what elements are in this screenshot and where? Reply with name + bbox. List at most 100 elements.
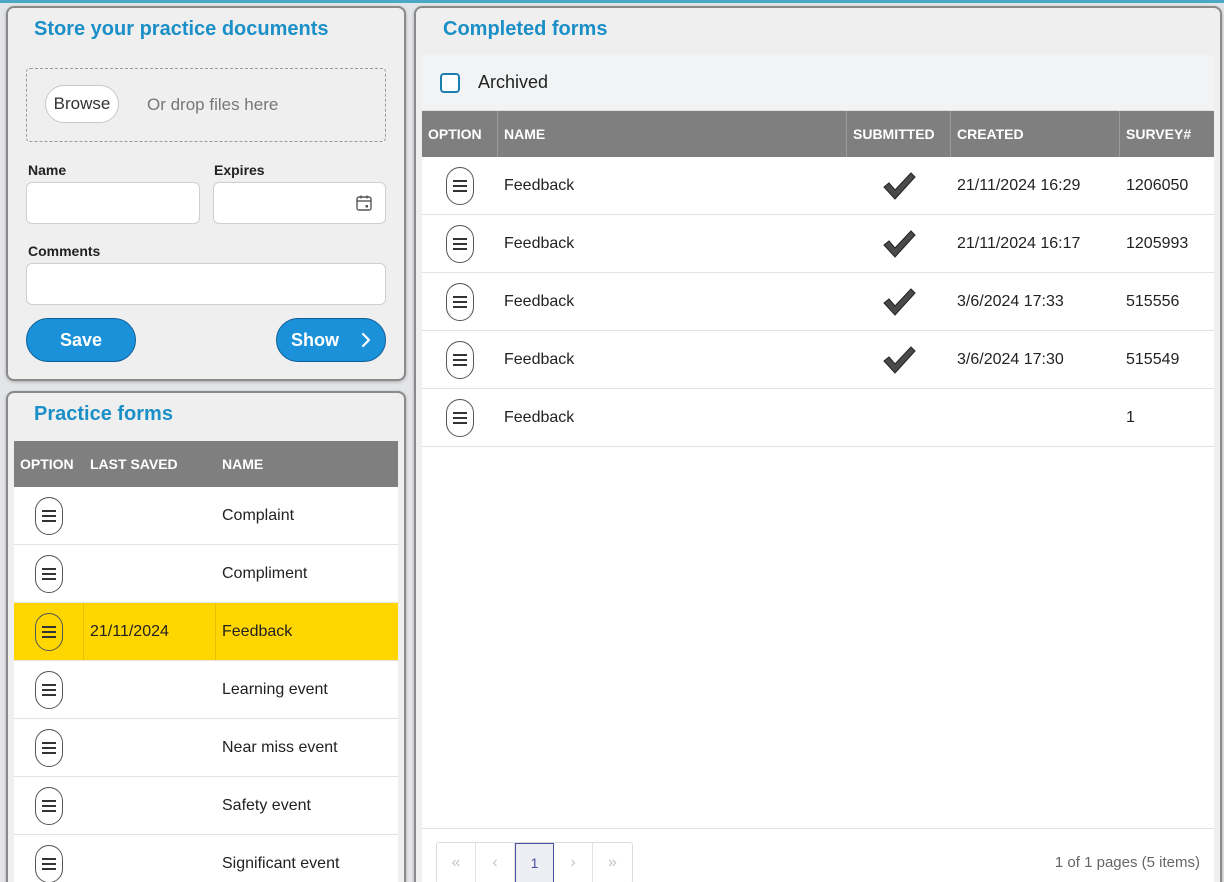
pagination-bar: « ‹ 1 › » 1 of 1 pages (5 items)	[422, 828, 1214, 882]
completed-form-row[interactable]: Feedback 3/6/2024 17:30 515549	[422, 331, 1214, 389]
column-header-option[interactable]: OPTION	[14, 441, 84, 487]
completed-panel-title: Completed forms	[443, 18, 608, 40]
form-name-cell: Safety event	[222, 796, 311, 814]
drop-files-text: Or drop files here	[147, 95, 279, 114]
archived-label[interactable]: Archived	[478, 72, 548, 93]
completed-form-row[interactable]: Feedback 21/11/2024 16:29 1206050	[422, 157, 1214, 215]
store-panel-title: Store your practice documents	[34, 18, 329, 40]
prev-page-button[interactable]: ‹	[476, 843, 515, 882]
survey-number-cell: 515549	[1126, 350, 1180, 368]
comments-label: Comments	[28, 243, 101, 259]
created-cell: 21/11/2024 16:17	[957, 234, 1081, 252]
last-saved-cell	[84, 719, 216, 776]
option-cell	[14, 777, 84, 834]
practice-form-row[interactable]: Compliment	[14, 545, 398, 603]
row-options-menu-icon[interactable]	[34, 612, 63, 651]
store-documents-panel: Store your practice documents Browse Or …	[6, 6, 406, 381]
form-name-cell: Feedback	[504, 350, 575, 368]
row-options-menu-icon[interactable]	[35, 496, 63, 535]
submitted-cell	[847, 389, 951, 446]
completed-form-row[interactable]: Feedback 21/11/2024 16:17 1205993	[422, 215, 1214, 273]
submitted-cell	[847, 157, 951, 214]
practice-grid-header: OPTION LAST SAVED NAME	[14, 441, 398, 487]
option-cell	[14, 545, 84, 602]
archived-filter-bar: Archived	[422, 55, 1214, 111]
submitted-check-icon	[883, 287, 916, 316]
option-cell	[422, 157, 498, 214]
submitted-cell	[847, 331, 951, 388]
created-cell: 3/6/2024 17:33	[957, 292, 1064, 310]
option-cell	[14, 661, 84, 718]
submitted-cell	[847, 215, 951, 272]
submitted-check-icon	[883, 229, 916, 258]
practice-panel-title: Practice forms	[34, 403, 173, 425]
last-saved-cell	[84, 545, 216, 602]
page-1-button[interactable]: 1	[515, 843, 554, 882]
completed-form-row[interactable]: Feedback 3/6/2024 17:33 515556	[422, 273, 1214, 331]
row-options-menu-icon[interactable]	[35, 670, 63, 709]
last-saved-cell	[84, 661, 216, 718]
chevron-right-icon	[361, 332, 371, 348]
calendar-icon[interactable]	[355, 194, 373, 212]
expires-date-field[interactable]	[213, 182, 386, 224]
submitted-check-icon	[883, 345, 916, 374]
created-cell	[951, 389, 1120, 446]
form-name-cell: Feedback	[222, 622, 293, 640]
completed-forms-grid: OPTION NAME SUBMITTED CREATED SURVEY# Fe…	[422, 111, 1214, 828]
row-options-menu-icon[interactable]	[446, 166, 474, 205]
column-header-submitted[interactable]: SUBMITTED	[847, 111, 951, 157]
survey-number-cell: 1	[1126, 408, 1135, 426]
last-saved-cell	[84, 487, 216, 544]
form-name-cell: Feedback	[504, 176, 575, 194]
practice-form-row[interactable]: Significant event	[14, 835, 398, 882]
browse-button[interactable]: Browse	[45, 85, 119, 123]
row-options-menu-icon[interactable]	[446, 340, 474, 379]
form-name-cell: Feedback	[504, 292, 575, 310]
form-name-cell: Complaint	[222, 506, 295, 524]
row-options-menu-icon[interactable]	[446, 282, 474, 321]
practice-forms-panel: Practice forms OPTION LAST SAVED NAME Co…	[6, 391, 406, 882]
option-cell	[422, 331, 498, 388]
practice-form-row[interactable]: Complaint	[14, 487, 398, 545]
practice-form-row[interactable]: 21/11/2024 Feedback	[14, 603, 398, 661]
last-page-button[interactable]: »	[593, 843, 632, 882]
column-header-name[interactable]: NAME	[216, 441, 398, 487]
name-label: Name	[28, 162, 67, 178]
completed-form-row[interactable]: Feedback 1	[422, 389, 1214, 447]
practice-form-row[interactable]: Near miss event	[14, 719, 398, 777]
column-header-last-saved[interactable]: LAST SAVED	[84, 441, 216, 487]
first-page-button[interactable]: «	[437, 843, 476, 882]
practice-forms-grid: OPTION LAST SAVED NAME Complaint Complime…	[14, 441, 398, 882]
form-name-cell: Feedback	[504, 408, 575, 426]
column-header-created[interactable]: CREATED	[951, 111, 1120, 157]
completed-grid-body: Feedback 21/11/2024 16:29 1206050 Feedback 2…	[422, 157, 1214, 447]
row-options-menu-icon[interactable]	[35, 554, 63, 593]
created-cell: 3/6/2024 17:30	[957, 350, 1064, 368]
practice-form-row[interactable]: Learning event	[14, 661, 398, 719]
file-dropzone[interactable]: Browse Or drop files here	[26, 68, 386, 142]
option-cell	[14, 603, 84, 660]
name-field[interactable]	[26, 182, 200, 224]
form-name-cell: Feedback	[504, 234, 575, 252]
option-cell	[14, 835, 84, 882]
comments-field[interactable]	[26, 263, 386, 305]
row-options-menu-icon[interactable]	[446, 398, 474, 437]
archived-checkbox[interactable]	[440, 73, 460, 93]
show-button[interactable]: Show	[276, 318, 386, 362]
row-options-menu-icon[interactable]	[35, 786, 63, 825]
row-options-menu-icon[interactable]	[35, 844, 63, 882]
column-header-survey[interactable]: SURVEY#	[1120, 111, 1214, 157]
column-header-option[interactable]: OPTION	[422, 111, 498, 157]
created-cell: 21/11/2024 16:29	[957, 176, 1081, 194]
survey-number-cell: 1206050	[1126, 176, 1189, 194]
row-options-menu-icon[interactable]	[35, 728, 63, 767]
completed-grid-header: OPTION NAME SUBMITTED CREATED SURVEY#	[422, 111, 1214, 157]
column-header-name[interactable]: NAME	[498, 111, 847, 157]
next-page-button[interactable]: ›	[554, 843, 593, 882]
practice-grid-body: Complaint Compliment 21/11/2024 Feedback Lea…	[14, 487, 398, 882]
row-options-menu-icon[interactable]	[446, 224, 474, 263]
option-cell	[422, 273, 498, 330]
save-button[interactable]: Save	[26, 318, 136, 362]
practice-form-row[interactable]: Safety event	[14, 777, 398, 835]
option-cell	[422, 215, 498, 272]
